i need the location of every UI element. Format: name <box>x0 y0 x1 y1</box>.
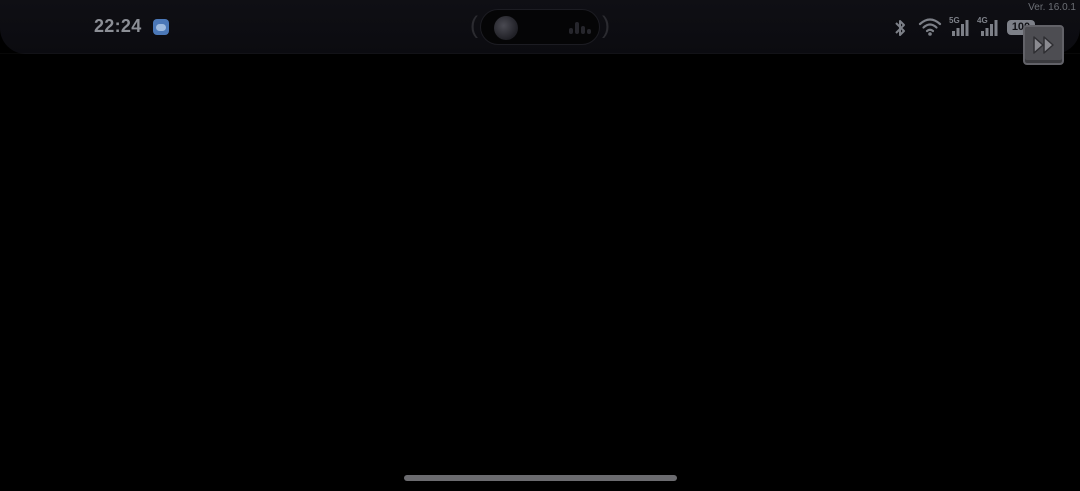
wifi-icon <box>918 18 942 36</box>
skip-button[interactable] <box>1023 25 1064 65</box>
fast-forward-icon <box>1033 36 1054 54</box>
status-time: 22:24 <box>94 16 142 36</box>
dynamic-island[interactable]: ( ) <box>470 8 610 46</box>
audio-waveform-icon <box>569 22 591 34</box>
status-icons: 5G 4G 100 <box>893 16 1043 39</box>
island-bracket-right-icon: ) <box>602 12 610 39</box>
status-bar: 22:24 ( ) 5G 4G 100 <box>0 0 1080 54</box>
island-pill <box>480 9 600 45</box>
album-art-icon <box>494 16 518 40</box>
island-bracket-left-icon: ( <box>470 12 478 39</box>
version-label: Ver. 16.0.1 <box>1028 2 1076 13</box>
signal-bars-icon <box>952 20 969 36</box>
game-screen[interactable]: 22:24 ( ) 5G 4G 100 Ver. 16.0.1 <box>0 0 1080 491</box>
signal-bars-icon <box>981 20 998 36</box>
bluetooth-icon <box>895 20 905 36</box>
weather-cloud-icon <box>153 19 169 35</box>
home-indicator[interactable] <box>404 475 677 481</box>
